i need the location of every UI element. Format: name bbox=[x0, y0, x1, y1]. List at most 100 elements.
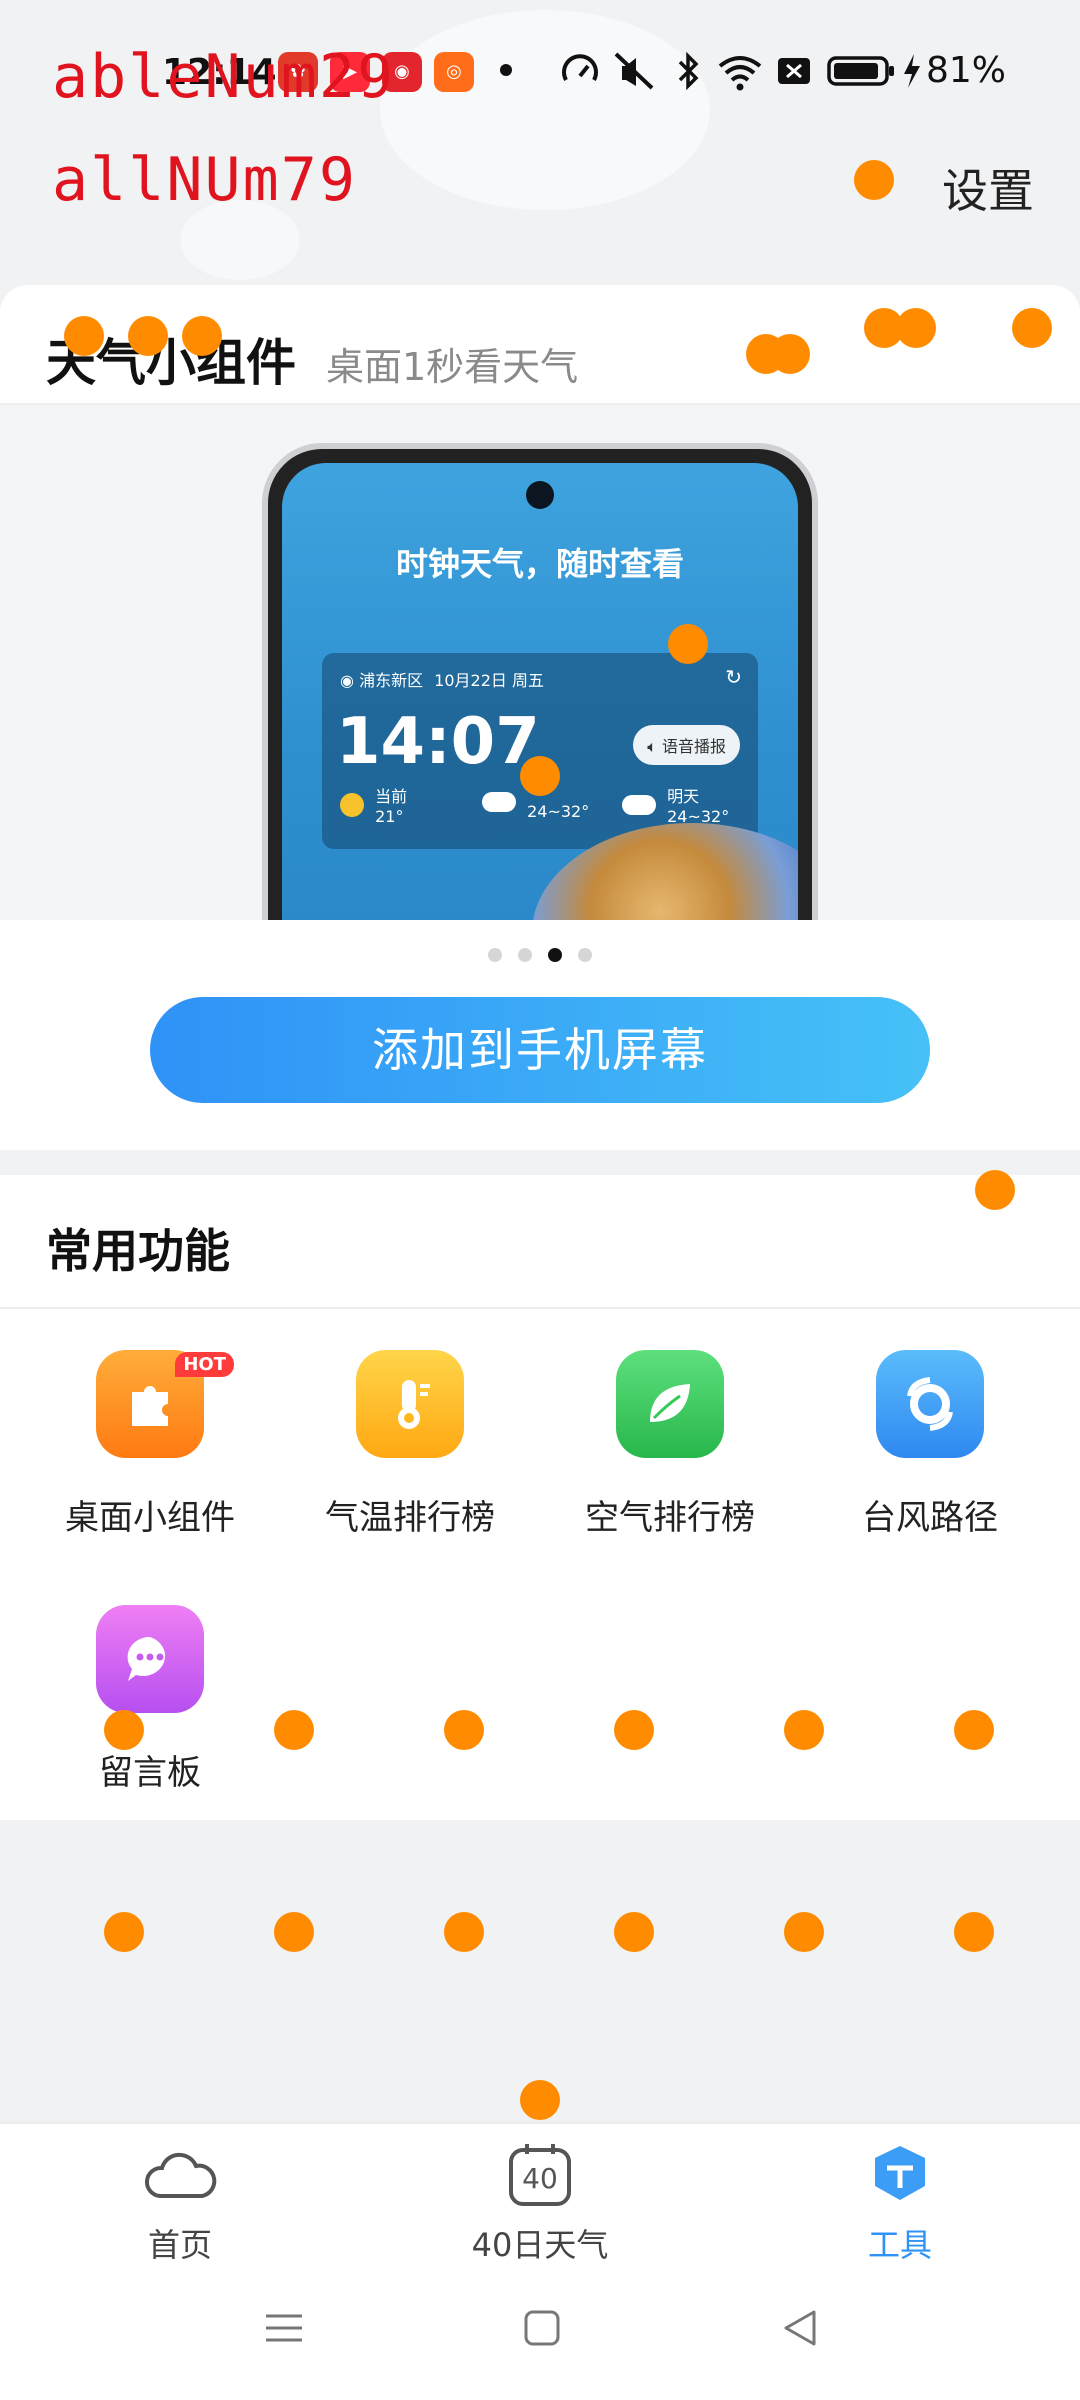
debug-marker bbox=[444, 1912, 484, 1952]
debug-marker bbox=[182, 316, 222, 356]
pagination-dot[interactable] bbox=[518, 948, 532, 962]
widget-card-header: 天气小组件 桌面1秒看天气 bbox=[46, 323, 578, 395]
cloud-icon bbox=[60, 2140, 300, 2210]
battery-icon bbox=[827, 56, 894, 86]
widget-card: 天气小组件 桌面1秒看天气 时钟天气，随时查看 ◉ 浦东新区 10月22日 周五… bbox=[0, 285, 1080, 1150]
back-icon[interactable] bbox=[780, 2308, 820, 2348]
settings-button[interactable]: 设置 bbox=[942, 155, 1034, 221]
forecast-day-label: 明天 bbox=[667, 787, 700, 806]
cloud-icon bbox=[622, 794, 656, 815]
puzzle-icon: HOT bbox=[96, 1350, 234, 1458]
function-label: 桌面小组件 bbox=[65, 1498, 235, 1538]
phone-screen: 时钟天气，随时查看 ◉ 浦东新区 10月22日 周五 ↻ 14:07 🔈︎ 语音… bbox=[282, 463, 798, 920]
forecast-day-label: 当前 bbox=[375, 787, 408, 806]
function-air-ranking[interactable]: 空气排行榜 bbox=[540, 1350, 800, 1539]
function-label: 气温排行榜 bbox=[325, 1498, 495, 1538]
nav-home[interactable]: 首页 bbox=[60, 2140, 300, 2266]
widget-carousel[interactable]: 时钟天气，随时查看 ◉ 浦东新区 10月22日 周五 ↻ 14:07 🔈︎ 语音… bbox=[0, 405, 1080, 920]
debug-marker bbox=[520, 756, 560, 796]
sim-off-icon bbox=[778, 58, 810, 84]
wifi-icon bbox=[718, 56, 762, 91]
debug-marker bbox=[614, 1912, 654, 1952]
debug-marker bbox=[128, 316, 168, 356]
leaf-icon bbox=[616, 1350, 724, 1458]
bottom-nav: 首页 40 40日天气 工具 bbox=[0, 2122, 1080, 2264]
debug-marker bbox=[104, 1710, 144, 1750]
carousel-pagination bbox=[0, 947, 1080, 966]
function-temperature-ranking[interactable]: 气温排行榜 bbox=[280, 1350, 540, 1539]
widget-location: ◉ 浦东新区 10月22日 周五 bbox=[340, 667, 544, 691]
forecast-day-temp: 21° bbox=[375, 807, 404, 826]
carousel-headline: 时钟天气，随时查看 bbox=[395, 545, 684, 583]
speedometer-icon bbox=[562, 54, 598, 81]
debug-marker bbox=[104, 1912, 144, 1952]
function-label: 留言板 bbox=[99, 1753, 201, 1793]
add-to-home-screen-button[interactable]: 添加到手机屏幕 bbox=[150, 997, 930, 1103]
thermometer-icon bbox=[356, 1350, 464, 1458]
calendar-40-icon: 40 bbox=[420, 2140, 660, 2210]
typhoon-icon bbox=[876, 1350, 984, 1458]
debug-marker bbox=[64, 316, 104, 356]
debug-marker bbox=[975, 1170, 1015, 1210]
bluetooth-icon bbox=[678, 51, 699, 91]
debug-label-1: ableNum29 bbox=[52, 42, 396, 112]
debug-label-2: allNUm79 bbox=[52, 145, 357, 215]
function-typhoon-path[interactable]: 台风路径 bbox=[800, 1350, 1060, 1539]
widget-location-text: 浦东新区 bbox=[359, 671, 424, 690]
chat-icon bbox=[96, 1605, 204, 1713]
debug-marker bbox=[770, 334, 810, 374]
voice-broadcast-chip: 🔈︎ 语音播报 bbox=[633, 725, 740, 765]
system-nav-bar bbox=[0, 2264, 1080, 2400]
debug-marker bbox=[784, 1912, 824, 1952]
debug-marker bbox=[274, 1710, 314, 1750]
tools-icon bbox=[780, 2140, 1020, 2210]
forecast-day: 当前 21° bbox=[340, 783, 407, 826]
nav-label: 首页 bbox=[147, 2226, 212, 2264]
calendar-icon-text: 40 bbox=[522, 2162, 558, 2195]
common-functions-card: 常用功能 HOT 桌面小组件 气温排行榜 空气排行榜 台风路径 留言板 bbox=[0, 1175, 1080, 1820]
forecast-day: 明天 24~32° bbox=[622, 783, 729, 826]
debug-marker bbox=[854, 160, 894, 200]
kuaishou-app-icon: ◎ bbox=[434, 52, 474, 92]
hot-badge: HOT bbox=[175, 1352, 234, 1377]
pagination-dot[interactable] bbox=[488, 948, 502, 962]
nav-label: 工具 bbox=[867, 2226, 932, 2264]
voice-broadcast-label: 语音播报 bbox=[661, 737, 726, 756]
debug-marker bbox=[784, 1710, 824, 1750]
location-pin-icon: ◉ bbox=[340, 671, 354, 690]
debug-marker bbox=[1012, 308, 1052, 348]
camera-icon bbox=[526, 481, 554, 509]
charging-icon bbox=[904, 54, 920, 88]
widget-date: 10月22日 周五 bbox=[434, 671, 544, 690]
debug-marker bbox=[614, 1710, 654, 1750]
forecast-day-temp: 24~32° bbox=[527, 802, 590, 821]
cloud-icon bbox=[482, 792, 516, 812]
debug-marker bbox=[954, 1912, 994, 1952]
debug-marker bbox=[444, 1710, 484, 1750]
common-functions-title: 常用功能 bbox=[46, 1224, 230, 1278]
nav-label: 40日天气 bbox=[471, 2226, 609, 2264]
notification-dot-icon bbox=[500, 64, 512, 76]
nav-tools[interactable]: 工具 bbox=[780, 2140, 1020, 2266]
function-label: 台风路径 bbox=[862, 1498, 998, 1538]
phone-mockup: 时钟天气，随时查看 ◉ 浦东新区 10月22日 周五 ↻ 14:07 🔈︎ 语音… bbox=[262, 443, 818, 920]
function-label: 空气排行榜 bbox=[585, 1498, 755, 1538]
sun-icon bbox=[340, 792, 364, 817]
debug-marker bbox=[954, 1710, 994, 1750]
function-message-board[interactable]: 留言板 bbox=[20, 1605, 280, 1794]
debug-marker bbox=[896, 308, 936, 348]
home-icon[interactable] bbox=[522, 2308, 562, 2348]
battery-level: 81% bbox=[926, 50, 1007, 91]
debug-marker bbox=[274, 1912, 314, 1952]
mute-icon bbox=[614, 52, 654, 90]
function-desktop-widget[interactable]: HOT 桌面小组件 bbox=[20, 1350, 280, 1539]
pagination-dot[interactable] bbox=[578, 948, 592, 962]
menu-icon[interactable] bbox=[264, 2308, 304, 2348]
weather-widget-preview: ◉ 浦东新区 10月22日 周五 ↻ 14:07 🔈︎ 语音播报 当前 21° … bbox=[322, 653, 758, 849]
widget-card-subtitle: 桌面1秒看天气 bbox=[326, 345, 579, 389]
pagination-dot-active[interactable] bbox=[548, 948, 562, 962]
debug-marker bbox=[668, 624, 708, 664]
refresh-icon: ↻ bbox=[725, 665, 742, 689]
widget-time: 14:07 bbox=[336, 705, 540, 779]
nav-40day[interactable]: 40 40日天气 bbox=[420, 2140, 660, 2266]
